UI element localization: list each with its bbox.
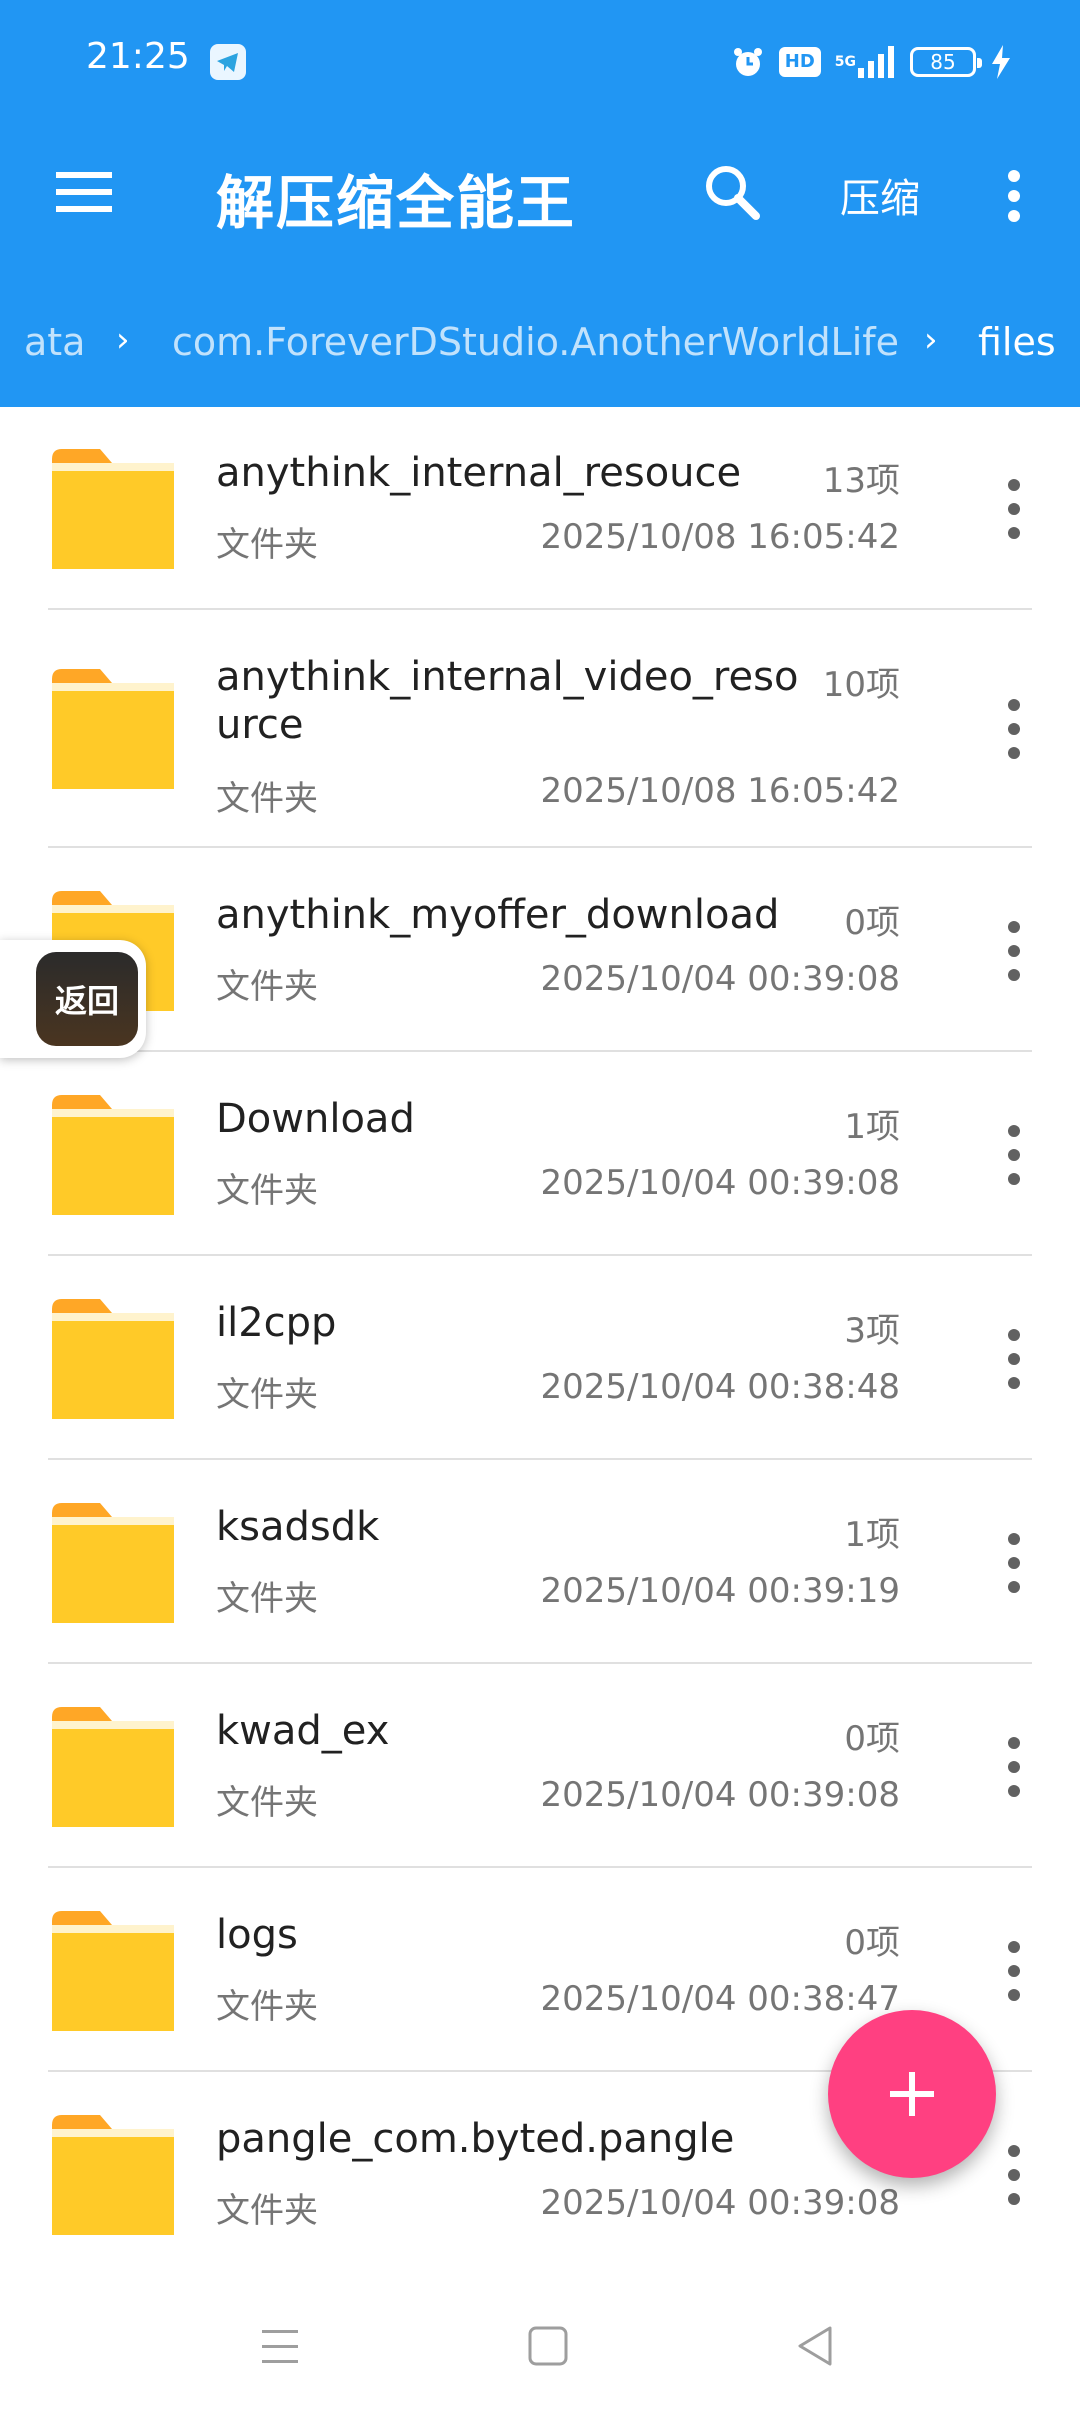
file-type: 文件夹	[216, 1579, 318, 1619]
divider	[48, 1458, 1032, 1460]
file-type: 文件夹	[216, 525, 318, 565]
status-bar: 21:25 HD 5G 85	[0, 0, 1080, 124]
more-vert-icon[interactable]	[996, 919, 1032, 983]
more-vert-icon[interactable]	[996, 1123, 1032, 1187]
modified-date: 2025/10/04 00:38:48	[540, 1367, 900, 1407]
chevron-right-icon: ›	[924, 320, 938, 360]
item-count: 1项	[844, 1515, 900, 1555]
system-nav-bar	[0, 2280, 1080, 2412]
more-vert-icon[interactable]	[996, 1735, 1032, 1799]
file-type: 文件夹	[216, 2191, 318, 2231]
app-title: 解压缩全能王	[216, 169, 577, 237]
list-item[interactable]: anythink_myoffer_download 0项 文件夹 2025/10…	[0, 849, 1080, 1053]
modified-date: 2025/10/08 16:05:42	[540, 771, 900, 811]
list-item[interactable]: anythink_internal_resouce 13项 文件夹 2025/1…	[0, 407, 1080, 611]
file-name: pangle_com.byted.pangle	[216, 2116, 735, 2162]
divider	[48, 1050, 1032, 1052]
signal-icon: 5G	[835, 46, 896, 78]
breadcrumb-item[interactable]: ata	[24, 320, 85, 364]
add-fab-button[interactable]	[828, 2010, 996, 2178]
more-vert-icon[interactable]	[996, 477, 1032, 541]
item-count: 0项	[844, 903, 900, 943]
divider	[48, 1662, 1032, 1664]
list-item[interactable]: ksadsdk 1项 文件夹 2025/10/04 00:39:19	[0, 1461, 1080, 1665]
modified-date: 2025/10/04 00:39:08	[540, 959, 900, 999]
modified-date: 2025/10/04 00:39:19	[540, 1571, 900, 1611]
file-type: 文件夹	[216, 779, 318, 819]
compress-button[interactable]: 压缩	[840, 166, 920, 224]
folder-icon	[52, 1299, 174, 1419]
item-count: 0项	[844, 1719, 900, 1759]
file-name: anythink_myoffer_download	[216, 892, 780, 938]
breadcrumb-item[interactable]: com.ForeverDStudio.AnotherWorldLife	[172, 320, 899, 364]
status-icons: HD 5G 85	[731, 42, 1012, 82]
file-name: il2cpp	[216, 1300, 337, 1346]
menu-icon[interactable]	[52, 168, 116, 216]
file-type: 文件夹	[216, 1375, 318, 1415]
item-count: 1项	[844, 1107, 900, 1147]
more-vert-icon[interactable]	[996, 697, 1032, 761]
file-name: Download	[216, 1096, 415, 1142]
file-name: logs	[216, 1912, 298, 1958]
status-time: 21:25	[86, 36, 190, 77]
more-vert-icon[interactable]	[990, 164, 1038, 228]
folder-icon	[52, 1911, 174, 2031]
divider	[48, 1866, 1032, 1868]
charging-icon	[990, 45, 1012, 79]
divider	[48, 1254, 1032, 1256]
app-bar: 21:25 HD 5G 85 解压缩全能王 压缩 ata › com.Forev…	[0, 0, 1080, 407]
home-icon[interactable]	[518, 2316, 578, 2376]
modified-date: 2025/10/04 00:39:08	[540, 2183, 900, 2223]
back-label: 返回	[36, 952, 138, 1046]
list-item[interactable]: anythink_internal_video_resource 10项 文件夹…	[0, 611, 1080, 849]
breadcrumb-item-current[interactable]: files	[978, 320, 1056, 364]
divider	[48, 846, 1032, 848]
battery-icon: 85	[910, 47, 982, 77]
modified-date: 2025/10/04 00:39:08	[540, 1163, 900, 1203]
file-name: ksadsdk	[216, 1504, 380, 1550]
item-count: 10项	[822, 665, 900, 705]
folder-icon	[52, 1707, 174, 1827]
file-type: 文件夹	[216, 1783, 318, 1823]
file-type: 文件夹	[216, 1987, 318, 2027]
plus-icon	[890, 2072, 934, 2116]
more-vert-icon[interactable]	[996, 1327, 1032, 1391]
back-icon[interactable]	[786, 2316, 846, 2376]
folder-icon	[52, 1095, 174, 1215]
network-type: 5G	[834, 54, 856, 70]
file-name: anythink_internal_video_resource	[216, 654, 799, 748]
more-vert-icon[interactable]	[996, 1939, 1032, 2003]
file-name: anythink_internal_resouce	[216, 450, 742, 496]
item-count: 0项	[844, 1923, 900, 1963]
more-vert-icon[interactable]	[996, 2143, 1032, 2207]
list-item[interactable]: il2cpp 3项 文件夹 2025/10/04 00:38:48	[0, 1257, 1080, 1461]
modified-date: 2025/10/04 00:39:08	[540, 1775, 900, 1815]
chevron-right-icon: ›	[116, 320, 130, 360]
item-count: 13项	[822, 461, 900, 501]
alarm-icon	[731, 45, 765, 79]
floating-back-button[interactable]: 返回	[0, 940, 146, 1058]
file-type: 文件夹	[216, 967, 318, 1007]
folder-icon	[52, 669, 174, 789]
breadcrumb: ata › com.ForeverDStudio.AnotherWorldLif…	[0, 300, 1080, 390]
folder-icon	[52, 2115, 174, 2235]
telegram-icon	[210, 44, 246, 80]
divider	[48, 608, 1032, 610]
recents-menu-icon[interactable]	[250, 2316, 310, 2376]
list-item[interactable]: Download 1项 文件夹 2025/10/04 00:39:08	[0, 1053, 1080, 1257]
more-vert-icon[interactable]	[996, 1531, 1032, 1595]
folder-icon	[52, 449, 174, 569]
file-type: 文件夹	[216, 1171, 318, 1211]
list-item[interactable]: kwad_ex 0项 文件夹 2025/10/04 00:39:08	[0, 1665, 1080, 1869]
hd-icon: HD	[778, 47, 821, 77]
item-count: 3项	[844, 1311, 900, 1351]
search-icon[interactable]	[700, 160, 764, 224]
folder-icon	[52, 1503, 174, 1623]
file-name: kwad_ex	[216, 1708, 390, 1754]
modified-date: 2025/10/08 16:05:42	[540, 517, 900, 557]
toolbar: 解压缩全能王 压缩	[0, 124, 1080, 264]
